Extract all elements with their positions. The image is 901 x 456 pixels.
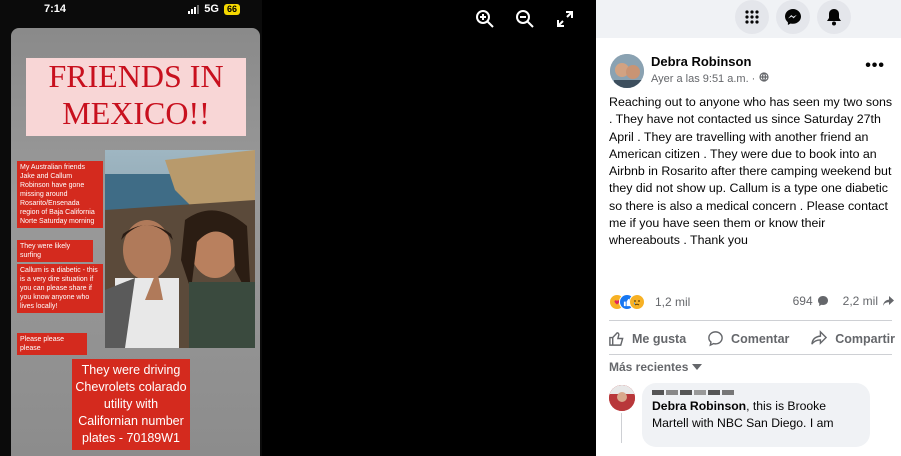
- story-note-please: Please please please: [17, 333, 87, 355]
- comment-text: Debra Robinson, this is Brooke Martell w…: [652, 398, 860, 432]
- sad-react-icon: [629, 294, 645, 310]
- share-icon: [811, 330, 828, 345]
- story-note-missing: My Australian friends Jake and Callum Ro…: [17, 161, 103, 228]
- more-options-icon[interactable]: •••: [865, 57, 885, 75]
- comment-icon: [708, 331, 723, 347]
- comment-bubble: Debra Robinson, this is Brooke Martell w…: [642, 383, 870, 447]
- post-timestamp[interactable]: Ayer a las 9:51 a.m. ·: [651, 72, 769, 85]
- comment-button[interactable]: Comentar: [701, 326, 795, 351]
- commenter-name-redacted: [652, 390, 860, 395]
- engagement-counts: 694 2,2 mil: [793, 294, 895, 308]
- thumbs-up-icon: [609, 332, 624, 346]
- story-note-surfing: They were likely surfing: [17, 240, 93, 262]
- share-label: Compartir: [835, 331, 895, 346]
- author-avatar[interactable]: [610, 54, 644, 88]
- signal-icon: [188, 4, 200, 14]
- status-time: 7:14: [44, 3, 67, 15]
- story-image: FRIENDS IN MEXICO!! My Australian friend…: [11, 28, 260, 456]
- author-name[interactable]: Debra Robinson: [651, 54, 751, 69]
- sort-label: Más recientes: [609, 360, 689, 374]
- comment-bubble-icon: [817, 296, 828, 306]
- post-actions: Me gusta Comentar Compartir: [602, 326, 901, 351]
- comment-count-value: 694: [792, 294, 813, 308]
- commenter-avatar[interactable]: [609, 385, 635, 411]
- facebook-top-bar: [596, 0, 901, 38]
- story-title: FRIENDS IN MEXICO!!: [26, 58, 246, 136]
- reactions-summary[interactable]: 1,2 mil: [609, 294, 690, 310]
- actions-divider-top: [609, 320, 892, 321]
- actions-divider-bottom: [609, 354, 892, 355]
- share-count-value: 2,2 mil: [842, 294, 878, 308]
- facebook-post: Debra Robinson Ayer a las 9:51 a.m. · ••…: [596, 38, 901, 456]
- reaction-count: 1,2 mil: [655, 295, 691, 309]
- comment-thread-line: [621, 413, 622, 443]
- network-label: 5G: [204, 3, 219, 15]
- fullscreen-icon[interactable]: [554, 8, 576, 30]
- comment-mention[interactable]: Debra Robinson: [652, 399, 746, 413]
- share-arrow-icon: [883, 296, 894, 306]
- selfie-photo: [105, 150, 255, 348]
- zoom-out-icon[interactable]: [514, 8, 536, 30]
- post-time-text: Ayer a las 9:51 a.m. ·: [651, 72, 756, 85]
- notifications-icon[interactable]: [817, 0, 851, 34]
- like-label: Me gusta: [632, 331, 687, 346]
- comment-sort-dropdown[interactable]: Más recientes: [609, 360, 703, 374]
- post-text: Reaching out to anyone who has seen my t…: [609, 95, 893, 248]
- viewer-toolbar: [474, 8, 576, 30]
- globe-icon: [759, 72, 769, 85]
- phone-screenshot: 7:14 5G 66 FRIENDS IN MEXICO!! My Austra…: [0, 0, 262, 456]
- zoom-in-icon[interactable]: [474, 8, 496, 30]
- battery-icon: 66: [223, 3, 240, 15]
- driving-info: They were driving Chevrolets colarado ut…: [72, 359, 190, 450]
- story-note-diabetic: Callum is a diabetic - this is a very di…: [17, 264, 103, 313]
- like-button[interactable]: Me gusta: [602, 326, 692, 351]
- status-indicators: 5G 66: [188, 3, 240, 15]
- share-count[interactable]: 2,2 mil: [843, 294, 895, 308]
- comment-label: Comentar: [731, 331, 790, 346]
- share-button[interactable]: Compartir: [804, 326, 901, 351]
- menu-grid-icon[interactable]: [735, 0, 769, 34]
- photo-viewer: 7:14 5G 66 FRIENDS IN MEXICO!! My Austra…: [0, 0, 596, 456]
- comment-count[interactable]: 694: [793, 294, 829, 308]
- chevron-down-icon: [692, 364, 703, 370]
- status-bar: 7:14 5G 66: [0, 0, 262, 20]
- messenger-icon[interactable]: [776, 0, 810, 34]
